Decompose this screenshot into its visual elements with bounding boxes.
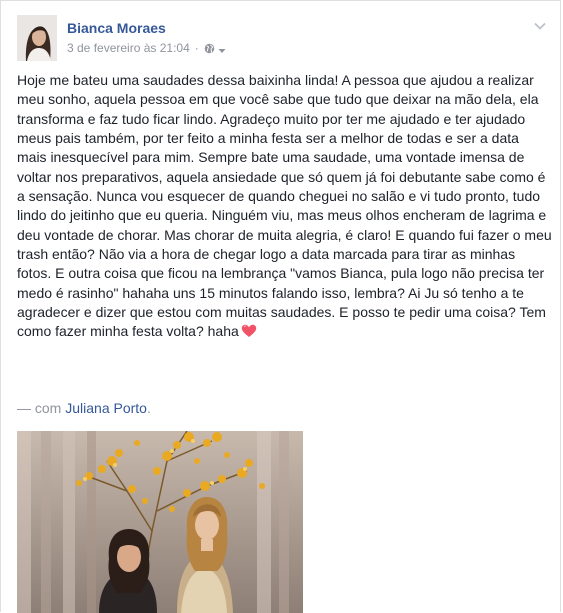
meta-separator: · [194, 41, 199, 55]
post-header: Bianca Moraes 3 de fevereiro às 21:04 · [17, 15, 547, 61]
author-avatar[interactable] [17, 15, 57, 61]
facebook-post: Bianca Moraes 3 de fevereiro às 21:04 · [0, 0, 561, 613]
post-body: Hoje me bateu uma saudades dessa baixinh… [17, 72, 552, 340]
tagged-person-link[interactable]: Juliana Porto [65, 400, 147, 416]
with-prefix: — com [17, 400, 62, 416]
tag-suffix: . [146, 400, 151, 416]
post-meta: 3 de fevereiro às 21:04 · [67, 41, 226, 55]
author-name[interactable]: Bianca Moraes [67, 20, 166, 36]
chevron-down-icon[interactable] [533, 19, 547, 33]
post-timestamp[interactable]: 3 de fevereiro às 21:04 [67, 41, 190, 55]
tagged-with: — com Juliana Porto. [17, 400, 151, 416]
post-photo[interactable] [17, 431, 303, 613]
post-text: Hoje me bateu uma saudades dessa baixinh… [17, 71, 552, 342]
globe-icon[interactable] [204, 43, 215, 54]
audience-caret-icon[interactable] [218, 44, 226, 53]
heart-emoji-icon [241, 324, 257, 338]
